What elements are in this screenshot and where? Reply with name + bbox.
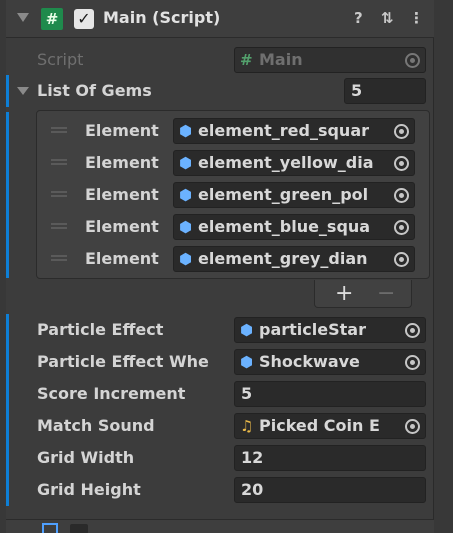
particle-effect-when-label: Particle Effect Whe bbox=[37, 352, 209, 371]
drag-handle-icon[interactable] bbox=[51, 255, 67, 261]
script-icon: # bbox=[41, 8, 63, 30]
presets-icon[interactable]: ⇅ bbox=[381, 9, 394, 27]
particle-effect-when-value: Shockwave bbox=[259, 352, 360, 371]
prefab-icon: ⬢ bbox=[179, 122, 193, 140]
element-object-field[interactable]: ⬢ element_yellow_dia bbox=[173, 150, 415, 176]
foldout-arrow-icon[interactable] bbox=[17, 13, 29, 22]
object-picker-icon[interactable] bbox=[405, 355, 420, 370]
component-icon bbox=[42, 523, 58, 533]
script-row: Script # Main bbox=[6, 44, 434, 76]
audio-clip-icon: ♫ bbox=[240, 417, 254, 435]
list-item[interactable]: Element ⬢ element_yellow_dia bbox=[37, 147, 429, 179]
element-object-field[interactable]: ⬢ element_red_squar bbox=[173, 118, 415, 144]
prefab-icon: ⬢ bbox=[240, 321, 254, 339]
particle-effect-field[interactable]: ⬢ particleStar bbox=[234, 317, 426, 343]
object-picker-icon bbox=[405, 53, 420, 68]
grid-width-row: Grid Width 12 bbox=[6, 442, 434, 474]
element-value: element_blue_squa bbox=[198, 217, 371, 236]
element-label: Element bbox=[85, 121, 159, 140]
gems-list-header[interactable]: List Of Gems 5 bbox=[6, 75, 434, 107]
prefab-icon: ⬢ bbox=[179, 218, 193, 236]
particle-effect-label: Particle Effect bbox=[37, 320, 164, 339]
grid-height-label: Grid Height bbox=[37, 480, 141, 499]
modified-indicator bbox=[6, 314, 9, 346]
script-file-icon: # bbox=[240, 51, 253, 69]
component-title: Main (Script) bbox=[103, 8, 221, 27]
element-label: Element bbox=[85, 185, 159, 204]
list-add-remove-footer: + − bbox=[314, 280, 412, 308]
inspector-panel: # ✓ Main (Script) ? ⇅ ⋮ Script # Main Li… bbox=[6, 0, 434, 533]
object-picker-icon[interactable] bbox=[394, 124, 409, 139]
match-sound-field[interactable]: ♫ Picked Coin E bbox=[234, 413, 426, 439]
score-increment-row: Score Increment 5 bbox=[6, 378, 434, 410]
gems-list: Element ⬢ element_red_squar Element ⬢ el… bbox=[36, 110, 430, 279]
score-increment-label: Score Increment bbox=[37, 384, 186, 403]
remove-element-button[interactable]: − bbox=[377, 281, 395, 306]
modified-indicator bbox=[6, 474, 9, 506]
element-label: Element bbox=[85, 217, 159, 236]
gems-foldout-icon[interactable] bbox=[17, 87, 29, 95]
list-item[interactable]: Element ⬢ element_grey_dian bbox=[37, 243, 429, 275]
object-picker-icon[interactable] bbox=[394, 188, 409, 203]
list-item[interactable]: Element ⬢ element_blue_squa bbox=[37, 211, 429, 243]
script-label: Script bbox=[37, 50, 84, 69]
prefab-icon: ⬢ bbox=[179, 186, 193, 204]
component-header[interactable]: # ✓ Main (Script) ? ⇅ ⋮ bbox=[6, 0, 434, 38]
match-sound-row: Match Sound ♫ Picked Coin E bbox=[6, 410, 434, 442]
element-label: Element bbox=[85, 249, 159, 268]
element-value: element_red_squar bbox=[198, 121, 369, 140]
help-icon[interactable]: ? bbox=[354, 9, 363, 27]
add-element-button[interactable]: + bbox=[335, 281, 353, 306]
element-value: element_yellow_dia bbox=[198, 153, 374, 172]
element-label: Element bbox=[85, 153, 159, 172]
score-increment-field[interactable]: 5 bbox=[234, 381, 426, 407]
prefab-icon: ⬢ bbox=[179, 250, 193, 268]
particle-effect-row: Particle Effect ⬢ particleStar bbox=[6, 314, 434, 346]
gems-list-label: List Of Gems bbox=[37, 81, 152, 100]
script-field-value: Main bbox=[259, 50, 303, 69]
prefab-icon: ⬢ bbox=[240, 353, 254, 371]
next-component-header[interactable] bbox=[6, 519, 434, 533]
grid-height-row: Grid Height 20 bbox=[6, 474, 434, 506]
drag-handle-icon[interactable] bbox=[51, 191, 67, 197]
element-object-field[interactable]: ⬢ element_green_pol bbox=[173, 182, 415, 208]
script-field: # Main bbox=[234, 47, 426, 73]
component-enabled-checkbox[interactable]: ✓ bbox=[74, 9, 94, 29]
prefab-icon: ⬢ bbox=[179, 154, 193, 172]
modified-indicator bbox=[6, 378, 9, 410]
element-object-field[interactable]: ⬢ element_grey_dian bbox=[173, 246, 415, 272]
match-sound-value: Picked Coin E bbox=[259, 416, 380, 435]
drag-handle-icon[interactable] bbox=[51, 159, 67, 165]
object-picker-icon[interactable] bbox=[394, 156, 409, 171]
list-item[interactable]: Element ⬢ element_red_squar bbox=[37, 115, 429, 147]
modified-indicator bbox=[6, 410, 9, 442]
object-picker-icon[interactable] bbox=[394, 252, 409, 267]
object-picker-icon[interactable] bbox=[405, 323, 420, 338]
modified-indicator bbox=[6, 75, 9, 107]
modified-indicator bbox=[6, 112, 9, 278]
element-value: element_grey_dian bbox=[198, 249, 368, 268]
context-menu-icon[interactable]: ⋮ bbox=[409, 9, 424, 27]
modified-indicator bbox=[6, 346, 9, 378]
particle-effect-when-row: Particle Effect Whe ⬢ Shockwave bbox=[6, 346, 434, 378]
component-enabled-checkbox[interactable] bbox=[70, 524, 88, 533]
object-picker-icon[interactable] bbox=[405, 419, 420, 434]
grid-width-field[interactable]: 12 bbox=[234, 445, 426, 471]
gems-size-field[interactable]: 5 bbox=[344, 78, 426, 104]
particle-effect-value: particleStar bbox=[259, 320, 366, 339]
object-picker-icon[interactable] bbox=[394, 220, 409, 235]
modified-indicator bbox=[6, 442, 9, 474]
grid-height-field[interactable]: 20 bbox=[234, 477, 426, 503]
element-object-field[interactable]: ⬢ element_blue_squa bbox=[173, 214, 415, 240]
drag-handle-icon[interactable] bbox=[51, 223, 67, 229]
element-value: element_green_pol bbox=[198, 185, 369, 204]
grid-width-label: Grid Width bbox=[37, 448, 135, 467]
drag-handle-icon[interactable] bbox=[51, 127, 67, 133]
particle-effect-when-field[interactable]: ⬢ Shockwave bbox=[234, 349, 426, 375]
list-item[interactable]: Element ⬢ element_green_pol bbox=[37, 179, 429, 211]
match-sound-label: Match Sound bbox=[37, 416, 155, 435]
